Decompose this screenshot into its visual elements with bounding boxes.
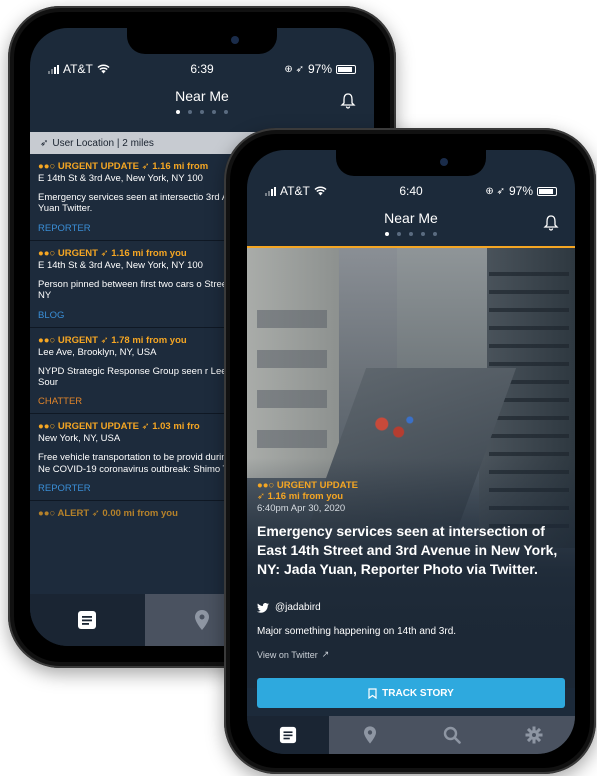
external-link-icon: ↗ bbox=[321, 649, 330, 659]
feed-icon bbox=[78, 611, 97, 629]
view-on-twitter-link[interactable]: View on Twitter ↗ bbox=[257, 649, 565, 660]
view-on-twitter-label: View on Twitter bbox=[257, 649, 318, 660]
battery-icon bbox=[537, 186, 557, 196]
emergency-vehicles bbox=[365, 408, 421, 448]
signal-icon bbox=[48, 64, 59, 74]
tweet-handle[interactable]: @jadabird bbox=[275, 602, 321, 613]
camera-icon bbox=[231, 36, 239, 44]
signal-icon bbox=[265, 186, 276, 196]
location-icon: ⊕ ➶ bbox=[485, 185, 505, 197]
front-tab-bar bbox=[247, 716, 575, 754]
urgency-tag: ●●○ URGENT UPDATE bbox=[257, 480, 358, 491]
map-pin-icon bbox=[364, 726, 376, 744]
battery-percent: 97% bbox=[307, 62, 332, 76]
tweet-text: Major something happening on 14th and 3r… bbox=[257, 626, 457, 637]
tab-feed[interactable] bbox=[30, 594, 145, 646]
camera-icon bbox=[440, 158, 448, 166]
carrier-label: AT&T bbox=[63, 62, 93, 76]
page-indicator[interactable] bbox=[247, 232, 575, 236]
story-headline: Emergency services seen at intersection … bbox=[257, 523, 558, 577]
tab-feed[interactable] bbox=[247, 716, 329, 754]
front-phone: AT&T 6:40 ⊕ ➶ 97% Near Me ●●○ URGENT UPD… bbox=[224, 128, 596, 774]
page-indicator[interactable] bbox=[30, 110, 374, 114]
tab-search[interactable] bbox=[411, 716, 493, 754]
tab-settings[interactable] bbox=[493, 716, 575, 754]
feed-icon bbox=[279, 726, 297, 744]
search-icon bbox=[443, 726, 461, 744]
twitter-icon bbox=[257, 602, 269, 613]
gear-icon bbox=[525, 726, 543, 744]
battery-percent: 97% bbox=[508, 184, 533, 198]
wifi-icon bbox=[97, 64, 110, 74]
page-title: Near Me bbox=[384, 210, 438, 226]
back-notch bbox=[127, 28, 277, 54]
map-pin-icon bbox=[195, 610, 209, 630]
battery-icon bbox=[336, 64, 356, 74]
back-header: Near Me bbox=[30, 88, 374, 114]
track-story-label: TRACK STORY bbox=[382, 687, 454, 699]
location-filter-label: User Location | 2 miles bbox=[52, 137, 154, 149]
front-header: Near Me bbox=[247, 210, 575, 236]
wifi-icon bbox=[314, 186, 327, 196]
page-title: Near Me bbox=[175, 88, 229, 104]
front-phone-screen: AT&T 6:40 ⊕ ➶ 97% Near Me ●●○ URGENT UPD… bbox=[247, 150, 575, 754]
building-windows bbox=[257, 288, 327, 458]
tweet-block: @jadabird Major something happening on 1… bbox=[257, 602, 565, 660]
track-story-button[interactable]: TRACK STORY bbox=[257, 678, 565, 708]
location-icon: ⊕ ➶ bbox=[284, 63, 304, 75]
front-notch bbox=[336, 150, 486, 176]
story-details: ●●○ URGENT UPDATE ➶ 1.16 mi from you 6:4… bbox=[257, 480, 565, 579]
bookmark-icon bbox=[368, 687, 377, 699]
story-timestamp: 6:40pm Apr 30, 2020 bbox=[257, 503, 346, 514]
carrier-label: AT&T bbox=[280, 184, 310, 198]
location-arrow-icon: ➶ bbox=[40, 137, 49, 149]
back-status-bar: AT&T 6:39 ⊕ ➶ 97% bbox=[30, 58, 374, 80]
tab-map[interactable] bbox=[329, 716, 411, 754]
distance-label: ➶ 1.16 mi from you bbox=[257, 491, 344, 502]
front-status-bar: AT&T 6:40 ⊕ ➶ 97% bbox=[247, 180, 575, 202]
